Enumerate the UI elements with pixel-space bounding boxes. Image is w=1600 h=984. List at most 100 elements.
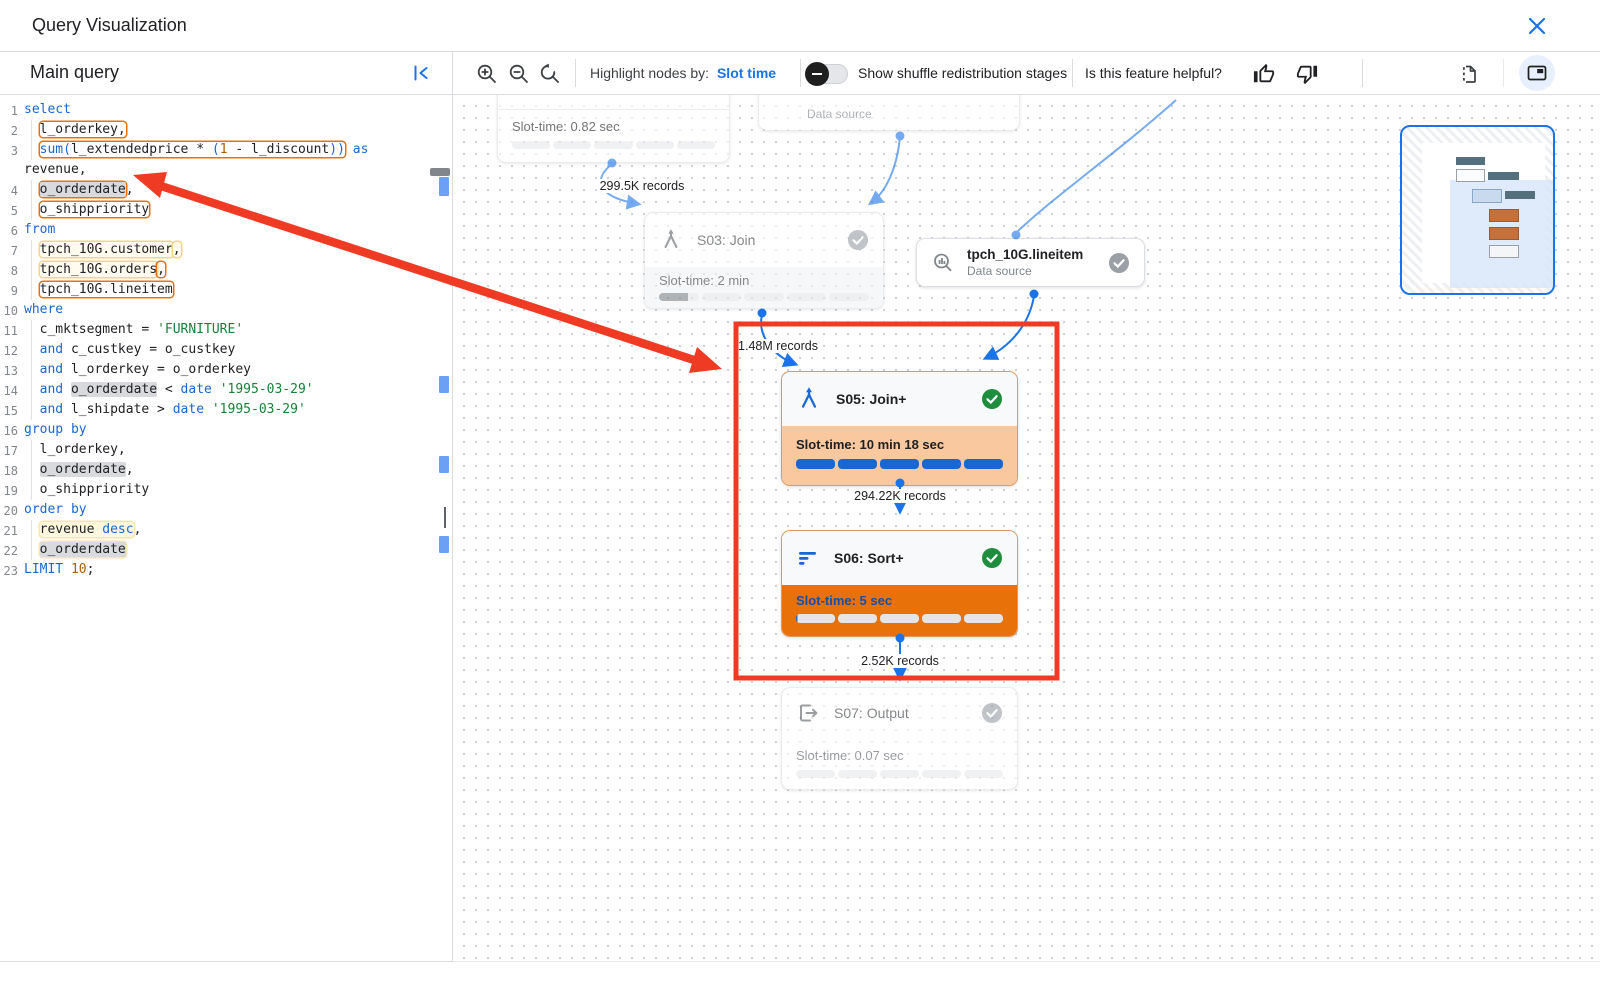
thumb-up-button[interactable] <box>1253 63 1275 85</box>
line-content: group by <box>18 420 87 440</box>
stage-title: S03: Join <box>697 232 755 248</box>
zoom-out-button[interactable] <box>508 63 530 85</box>
stage-node-s07[interactable]: S07: Output Slot-time: 0.07 sec <box>781 687 1018 790</box>
sql-token: o_orderdate <box>71 382 157 397</box>
line-number: 1 <box>0 100 18 120</box>
data-source-node-clipped[interactable]: Data source <box>758 95 1020 131</box>
sql-token: '1995-03-29' <box>212 402 306 417</box>
sql-token: < <box>157 382 180 397</box>
query-panel: Main query 1select2 l_orderkey,3 sum(l_e… <box>0 52 453 962</box>
sql-token: ( <box>212 142 220 157</box>
edge-records-label: 299.5K records <box>597 179 688 193</box>
indent-guide <box>31 180 32 220</box>
shuffle-stages-toggle[interactable] <box>808 64 848 84</box>
sql-token: l_extendedprice * <box>71 142 212 157</box>
minimap-node <box>1456 169 1485 182</box>
execution-text-button[interactable] <box>1458 63 1480 85</box>
slot-time-text: Slot-time: 5 sec <box>796 593 1003 608</box>
sort-icon <box>796 546 820 570</box>
code-line: 10where <box>0 300 452 320</box>
sql-token: )) <box>329 142 345 157</box>
sql-token: o_shippriority <box>40 202 150 217</box>
line-content: and o_orderdate < date '1995-03-29' <box>18 380 314 400</box>
stage-node-s06[interactable]: S06: Sort+ Slot-time: 5 sec <box>781 530 1018 637</box>
indent-guide <box>31 520 32 560</box>
zoom-reset-icon <box>539 63 561 85</box>
line-number: 14 <box>0 380 18 400</box>
sql-token: where <box>24 302 63 317</box>
minimap-node <box>1489 245 1519 258</box>
line-number: 13 <box>0 360 18 380</box>
line-number: 19 <box>0 480 18 500</box>
slot-time-bar <box>659 293 869 301</box>
code-line: 6from <box>0 220 452 240</box>
sql-token: revenue desc <box>40 522 134 537</box>
code-line: 18 o_orderdate, <box>0 460 452 480</box>
stage-node-clipped[interactable]: Slot-time: 0.82 sec <box>497 95 730 163</box>
line-content: order by <box>18 500 87 520</box>
code-line: 14 and o_orderdate < date '1995-03-29' <box>0 380 452 400</box>
stage-node-s03[interactable]: S03: Join Slot-time: 2 min <box>644 212 884 309</box>
minimap-node <box>1489 227 1519 240</box>
editor-scrollbar-thumb[interactable] <box>430 168 450 176</box>
code-line: 4 o_orderdate, <box>0 180 452 200</box>
thumb-down-button[interactable] <box>1296 63 1318 85</box>
join-icon <box>659 228 683 252</box>
sql-token <box>212 382 220 397</box>
line-content: select <box>18 100 71 120</box>
zoom-in-button[interactable] <box>476 63 498 85</box>
stage-title: S05: Join+ <box>836 391 906 407</box>
line-content: o_shippriority <box>18 480 149 500</box>
line-content: tpch_10G.lineitem <box>18 280 173 300</box>
sql-token: c_mktsegment = <box>40 322 157 337</box>
sql-token <box>63 382 71 397</box>
toggle-thumb <box>805 62 829 86</box>
sql-token: o_orderdate <box>40 542 126 557</box>
code-line: 2 l_orderkey, <box>0 120 452 140</box>
line-content: and l_orderkey = o_orderkey <box>18 360 251 380</box>
data-source-node-lineitem[interactable]: tpch_10G.lineitem Data source <box>916 238 1145 287</box>
execution-graph-canvas[interactable]: Slot-time: 0.82 sec Data source <box>453 95 1600 962</box>
join-icon <box>796 386 822 412</box>
sql-token: , <box>126 462 134 477</box>
sql-token: sum( <box>40 142 71 157</box>
indent-guide <box>31 240 32 300</box>
line-number: 21 <box>0 520 18 540</box>
side-panel-button[interactable] <box>1519 55 1555 91</box>
editor-scrollbar-line <box>444 507 446 528</box>
line-number: 22 <box>0 540 18 560</box>
zoom-reset-button[interactable] <box>539 63 561 85</box>
sql-token: c_custkey = o_custkey <box>63 342 235 357</box>
sql-token: order by <box>24 502 87 517</box>
line-content: from <box>18 220 55 240</box>
highlight-mode-select[interactable]: Slot time <box>717 65 776 81</box>
data-source-icon <box>931 251 955 275</box>
edge-records-label: 294.22K records <box>851 489 949 503</box>
stage-node-s05[interactable]: S05: Join+ Slot-time: 10 min 18 sec <box>781 371 1018 486</box>
sql-token: l_orderkey, <box>40 122 126 137</box>
line-content: sum(l_extendedprice * (1 - l_discount)) … <box>18 140 368 160</box>
close-button[interactable] <box>1526 15 1548 37</box>
line-number: 5 <box>0 200 18 220</box>
minimap-node <box>1489 209 1519 222</box>
output-icon <box>796 701 820 725</box>
sql-token: 10 <box>71 562 87 577</box>
sql-editor: 1select2 l_orderkey,3 sum(l_extendedpric… <box>0 95 452 580</box>
editor-ruler-mark <box>439 177 449 196</box>
status-check-icon <box>1108 252 1130 274</box>
toolbar-divider <box>1503 59 1504 87</box>
minimap-node <box>1488 172 1519 180</box>
sql-token: revenue, <box>24 162 87 177</box>
status-check-icon <box>981 388 1003 410</box>
line-content: o_orderdate <box>18 540 126 560</box>
collapse-panel-button[interactable] <box>410 62 432 84</box>
data-source-subtitle: Data source <box>807 107 872 121</box>
line-number: 3 <box>0 140 18 160</box>
code-line: 20order by <box>0 500 452 520</box>
stage-title: S06: Sort+ <box>834 550 904 566</box>
execution-text-icon <box>1458 63 1480 85</box>
minimap[interactable] <box>1400 125 1555 295</box>
line-number: 2 <box>0 120 18 140</box>
line-content: LIMIT 10; <box>18 560 94 580</box>
sql-token: revenue <box>40 522 103 537</box>
